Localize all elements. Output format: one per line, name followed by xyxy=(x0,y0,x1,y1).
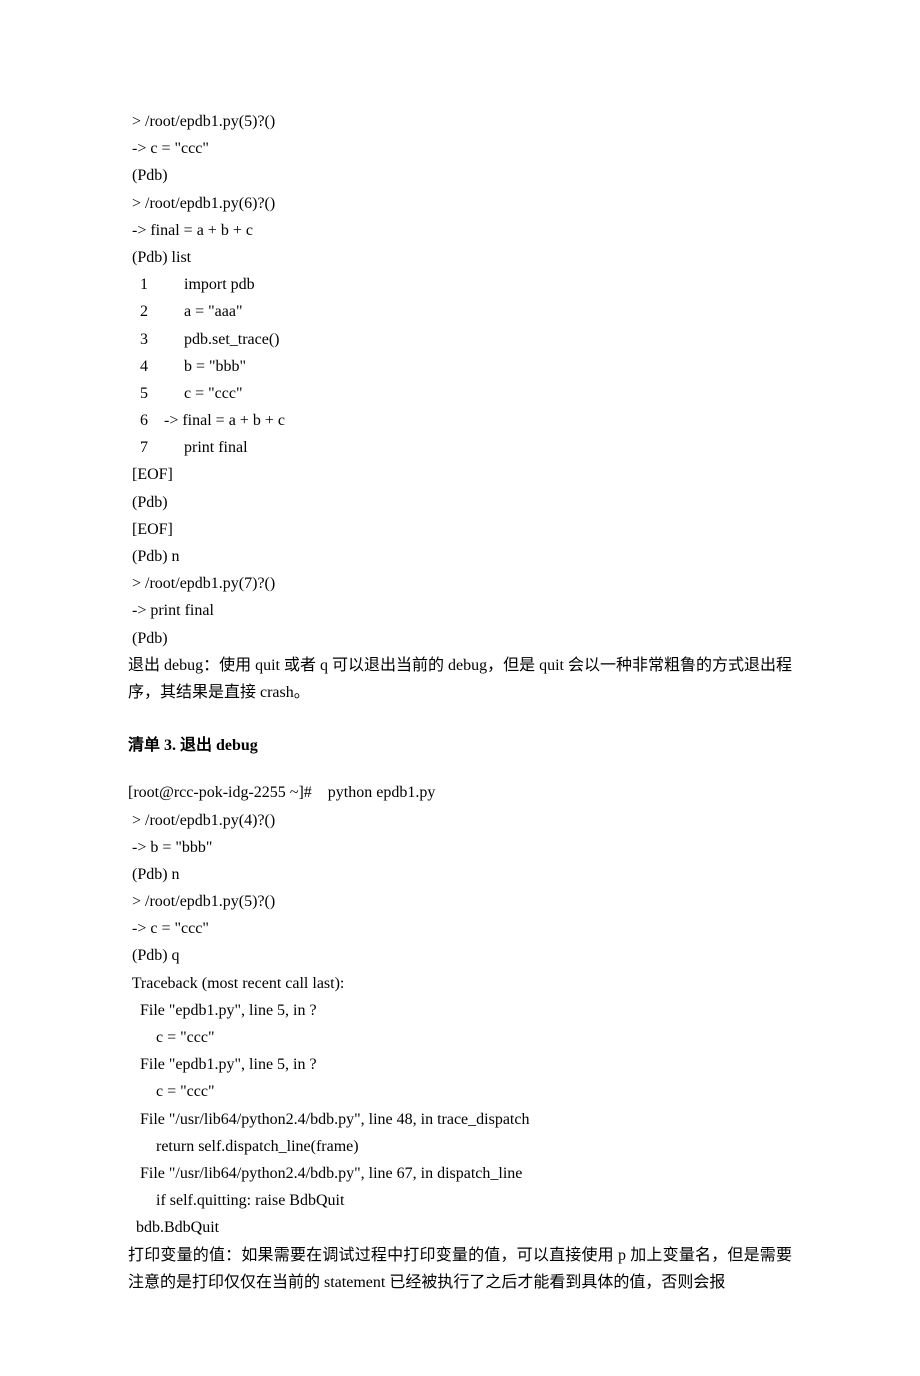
code-line: (Pdb) xyxy=(128,625,792,652)
code-line: 7 print final xyxy=(128,434,792,461)
code-line: bdb.BdbQuit xyxy=(128,1214,792,1241)
code-line: [root@rcc-pok-idg-2255 ~]# python epdb1.… xyxy=(128,779,792,806)
code-line: 3 pdb.set_trace() xyxy=(128,326,792,353)
code-line: Traceback (most recent call last): xyxy=(128,970,792,997)
code-line: File "epdb1.py", line 5, in ? xyxy=(128,997,792,1024)
code-line: (Pdb) list xyxy=(128,244,792,271)
paragraph-print-var: 打印变量的值：如果需要在调试过程中打印变量的值，可以直接使用 p 加上变量名，但… xyxy=(128,1242,792,1296)
document-page: > /root/epdb1.py(5)?() -> c = "ccc" (Pdb… xyxy=(0,0,920,1376)
code-line: 6 -> final = a + b + c xyxy=(128,407,792,434)
code-line: if self.quitting: raise BdbQuit xyxy=(128,1187,792,1214)
code-block-2: [root@rcc-pok-idg-2255 ~]# python epdb1.… xyxy=(128,779,792,1241)
code-line: 2 a = "aaa" xyxy=(128,298,792,325)
code-line: > /root/epdb1.py(4)?() xyxy=(128,807,792,834)
code-line: -> c = "ccc" xyxy=(128,915,792,942)
code-line: File "epdb1.py", line 5, in ? xyxy=(128,1051,792,1078)
code-line: -> b = "bbb" xyxy=(128,834,792,861)
code-line: -> c = "ccc" xyxy=(128,135,792,162)
code-line: (Pdb) n xyxy=(128,543,792,570)
code-line: (Pdb) xyxy=(128,489,792,516)
code-line: 5 c = "ccc" xyxy=(128,380,792,407)
code-line: File "/usr/lib64/python2.4/bdb.py", line… xyxy=(128,1160,792,1187)
code-line: (Pdb) xyxy=(128,162,792,189)
code-line: c = "ccc" xyxy=(128,1024,792,1051)
code-line: > /root/epdb1.py(6)?() xyxy=(128,190,792,217)
code-line: [EOF] xyxy=(128,461,792,488)
code-line: -> print final xyxy=(128,597,792,624)
code-line: 1 import pdb xyxy=(128,271,792,298)
code-line: > /root/epdb1.py(7)?() xyxy=(128,570,792,597)
code-line: > /root/epdb1.py(5)?() xyxy=(128,888,792,915)
paragraph-exit-debug: 退出 debug：使用 quit 或者 q 可以退出当前的 debug，但是 q… xyxy=(128,652,792,706)
code-line: (Pdb) q xyxy=(128,942,792,969)
code-line: File "/usr/lib64/python2.4/bdb.py", line… xyxy=(128,1106,792,1133)
heading-listing-3: 清单 3. 退出 debug xyxy=(128,732,792,759)
code-line: [EOF] xyxy=(128,516,792,543)
code-line: return self.dispatch_line(frame) xyxy=(128,1133,792,1160)
code-line: (Pdb) n xyxy=(128,861,792,888)
code-line: -> final = a + b + c xyxy=(128,217,792,244)
code-line: > /root/epdb1.py(5)?() xyxy=(128,108,792,135)
code-line: c = "ccc" xyxy=(128,1078,792,1105)
code-block-1: > /root/epdb1.py(5)?() -> c = "ccc" (Pdb… xyxy=(128,108,792,652)
code-line: 4 b = "bbb" xyxy=(128,353,792,380)
